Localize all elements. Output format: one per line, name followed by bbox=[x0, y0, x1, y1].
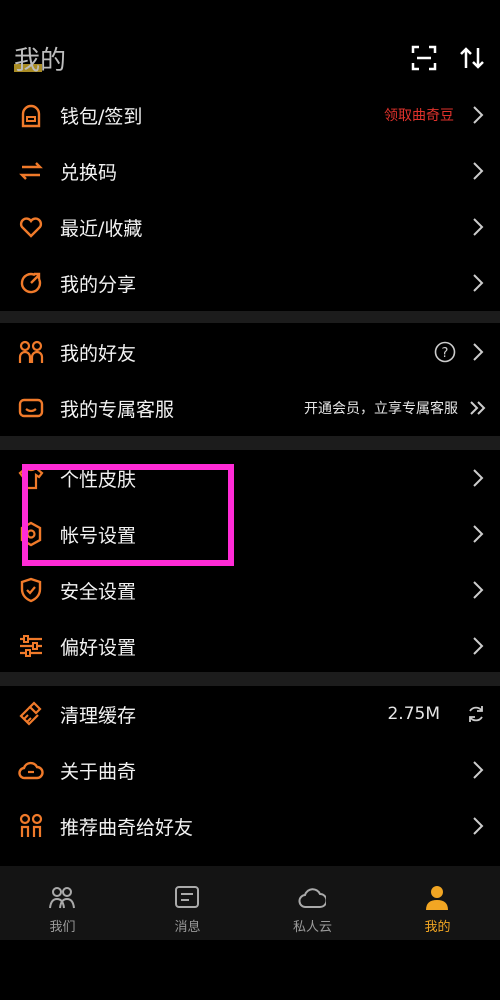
row-label: 我的分享 bbox=[60, 273, 137, 296]
chevron-right-icon bbox=[473, 637, 484, 655]
people-icon bbox=[49, 887, 75, 909]
scan-icon[interactable] bbox=[410, 44, 438, 72]
row-wallet[interactable]: 钱包/签到 领取曲奇豆 bbox=[0, 87, 500, 143]
chevron-right-icon bbox=[473, 218, 484, 236]
tab-us[interactable]: 我们 bbox=[0, 866, 125, 940]
broom-icon bbox=[19, 701, 42, 726]
share-icon bbox=[20, 272, 42, 294]
row-label: 最近/收藏 bbox=[60, 217, 143, 240]
section-about: 清理缓存 2.75M 关于曲奇 推荐曲奇给好友 bbox=[0, 686, 500, 854]
vip-service-promo[interactable]: 开通会员，立享专属客服 bbox=[304, 398, 458, 418]
claim-beans-link[interactable]: 领取曲奇豆 bbox=[384, 105, 454, 125]
chevron-right-icon bbox=[473, 525, 484, 543]
chevron-right-icon bbox=[473, 106, 484, 124]
section-divider bbox=[0, 436, 500, 450]
row-customer-service[interactable]: 我的专属客服 开通会员，立享专属客服 bbox=[0, 380, 500, 436]
bottom-tab-bar: 我们 消息 私人云 我的 bbox=[0, 866, 500, 940]
chevron-right-icon bbox=[473, 581, 484, 599]
tab-label: 我们 bbox=[49, 920, 76, 935]
tab-label: 我的 bbox=[424, 920, 451, 935]
profile-icon bbox=[426, 886, 448, 910]
recommend-icon bbox=[19, 813, 43, 837]
tab-private-cloud[interactable]: 私人云 bbox=[250, 866, 375, 940]
chevron-right-icon bbox=[473, 817, 484, 835]
wallet-icon bbox=[21, 104, 41, 128]
help-icon[interactable]: ? bbox=[434, 341, 456, 363]
page-title: 我的 bbox=[14, 46, 67, 76]
row-redeem-code[interactable]: 兑换码 bbox=[0, 143, 500, 199]
shield-icon bbox=[20, 577, 42, 603]
refresh-icon[interactable] bbox=[466, 704, 486, 724]
sort-icon[interactable] bbox=[458, 44, 486, 72]
row-label: 钱包/签到 bbox=[60, 105, 143, 128]
chevron-right-icon bbox=[473, 162, 484, 180]
row-my-friends[interactable]: 我的好友 ? bbox=[0, 324, 500, 380]
section-divider bbox=[0, 672, 500, 686]
tab-label: 消息 bbox=[174, 920, 201, 935]
row-recent-favorites[interactable]: 最近/收藏 bbox=[0, 199, 500, 255]
chevron-right-icon bbox=[473, 343, 484, 361]
row-security-settings[interactable]: 安全设置 bbox=[0, 562, 500, 618]
row-my-share[interactable]: 我的分享 bbox=[0, 255, 500, 311]
tab-label: 私人云 bbox=[292, 920, 332, 935]
chevron-right-icon bbox=[473, 761, 484, 779]
tab-messages[interactable]: 消息 bbox=[125, 866, 250, 940]
cloud-icon bbox=[18, 761, 44, 780]
highlight-box bbox=[22, 464, 234, 566]
row-label: 我的好友 bbox=[60, 342, 137, 365]
row-label: 推荐曲奇给好友 bbox=[60, 816, 194, 839]
section-account: 钱包/签到 领取曲奇豆 兑换码 最近/收藏 我的分享 bbox=[0, 87, 500, 311]
chevron-right-icon bbox=[473, 274, 484, 292]
double-chevron-right-icon bbox=[470, 401, 486, 415]
row-label: 我的专属客服 bbox=[60, 398, 175, 421]
customer-service-icon bbox=[18, 398, 44, 418]
heart-icon bbox=[19, 217, 43, 238]
row-about-quqi[interactable]: 关于曲奇 bbox=[0, 742, 500, 798]
exchange-icon bbox=[19, 162, 43, 180]
row-recommend-friends[interactable]: 推荐曲奇给好友 bbox=[0, 798, 500, 854]
row-label: 偏好设置 bbox=[60, 636, 137, 659]
row-clear-cache[interactable]: 清理缓存 2.75M bbox=[0, 686, 500, 742]
row-label: 兑换码 bbox=[60, 161, 118, 184]
section-social: 我的好友 ? 我的专属客服 开通会员，立享专属客服 bbox=[0, 324, 500, 436]
row-label: 安全设置 bbox=[60, 580, 137, 603]
sliders-icon bbox=[20, 635, 42, 657]
cloud-icon bbox=[298, 888, 326, 908]
chevron-right-icon bbox=[473, 469, 484, 487]
friends-icon bbox=[18, 340, 44, 363]
row-label: 清理缓存 bbox=[60, 704, 137, 727]
tab-mine[interactable]: 我的 bbox=[375, 866, 500, 940]
message-icon bbox=[175, 886, 199, 908]
header: 我的 bbox=[0, 0, 500, 95]
section-divider bbox=[0, 311, 500, 323]
row-label: 关于曲奇 bbox=[60, 760, 137, 783]
svg-text:?: ? bbox=[442, 346, 449, 361]
row-preference-settings[interactable]: 偏好设置 bbox=[0, 618, 500, 674]
cache-size: 2.75M bbox=[387, 704, 440, 724]
